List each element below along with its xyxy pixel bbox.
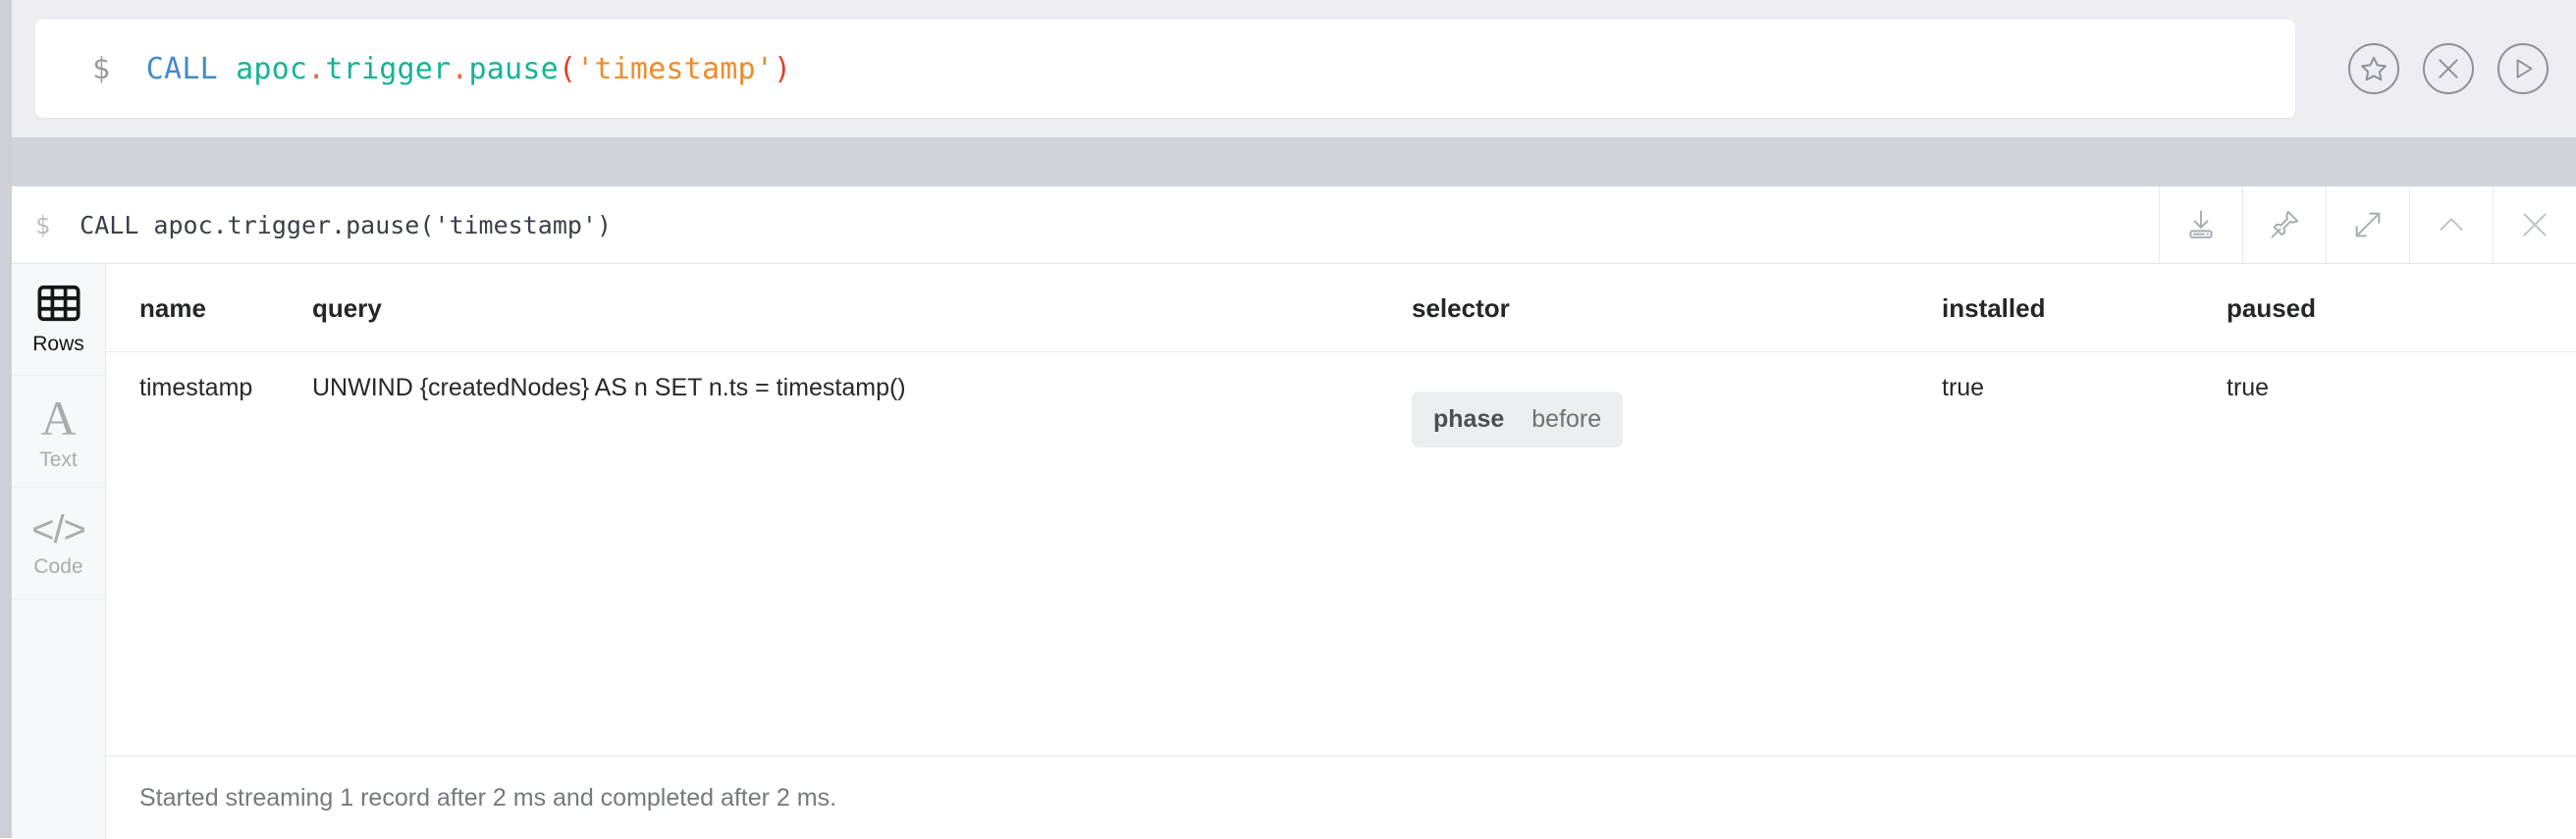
editor-query-tokens[interactable]: CALL apoc.trigger.pause('timestamp') [146,52,791,86]
editor-token-4: trigger [325,51,452,86]
query-editor-region: $ CALL apoc.trigger.pause('timestamp') [0,0,2576,137]
view-switcher-filler [12,600,105,839]
download-button[interactable] [2159,186,2242,263]
result-frame: $ CALL apoc.trigger.pause('timestamp') R… [12,186,2576,839]
tab-rows-label: Rows [32,333,84,355]
results-table: name query selector installed paused tim… [106,264,2576,447]
tab-text-label: Text [39,447,78,471]
letter-a-icon: A [40,390,77,446]
column-header-installed[interactable]: installed [1942,264,2227,352]
editor-prompt-gap [110,52,146,86]
close-icon [2436,56,2461,81]
cell-paused: true [2227,352,2576,448]
collapse-button[interactable] [2409,186,2493,263]
cell-query-value: UNWIND {createdNodes} AS n SET n.ts = ti… [312,374,906,401]
cell-selector: phase before [1412,352,1942,447]
star-icon [2359,54,2388,83]
selector-chip: phase before [1412,392,1624,447]
tab-rows[interactable]: Rows [12,264,105,376]
fullscreen-button[interactable] [2326,186,2409,263]
tab-text[interactable]: A Text [12,376,105,488]
tab-code[interactable]: </> Code [12,488,105,600]
editor-result-divider [0,137,2576,186]
close-result-button[interactable] [2493,186,2576,263]
tab-code-label: Code [33,554,83,578]
cell-query: UNWIND {createdNodes} AS n SET n.ts = ti… [312,352,1412,448]
editor-token-0: CALL [145,51,218,86]
result-table-area: name query selector installed paused tim… [106,264,2576,839]
cell-name-value: timestamp [139,374,253,401]
result-toolbar [2159,186,2576,263]
neo4j-browser-window: $ CALL apoc.trigger.pause('timestamp') $… [0,0,2576,839]
column-header-query[interactable]: query [312,264,1412,352]
editor-token-9: ) [774,51,792,86]
pin-icon [2268,208,2301,241]
result-body: Rows A Text </> Code name query selector… [12,264,2576,839]
editor-token-2: apoc [236,51,308,86]
column-header-selector[interactable]: selector [1412,264,1942,352]
favorite-button[interactable] [2348,43,2399,94]
editor-token-1 [218,52,236,86]
left-edge-rail [0,0,12,838]
result-query-gap [50,211,80,239]
clear-editor-button[interactable] [2423,43,2474,94]
result-view-switcher: Rows A Text </> Code [12,264,106,839]
column-header-paused[interactable]: paused [2227,264,2576,352]
editor-prompt-symbol: $ [92,51,111,86]
column-header-name[interactable]: name [106,264,312,352]
editor-action-buttons [2348,0,2549,137]
run-query-button[interactable] [2497,43,2549,94]
status-message: Started streaming 1 record after 2 ms an… [139,783,837,812]
cell-installed: true [1942,352,2227,448]
selector-chip-value: before [1531,405,1602,433]
chevron-up-icon [2435,208,2468,241]
expand-icon [2351,208,2385,241]
result-header: $ CALL apoc.trigger.pause('timestamp') [12,186,2576,264]
editor-token-8: 'timestamp' [576,51,774,86]
code-brackets-icon: </> [31,507,86,551]
table-row[interactable]: timestamp UNWIND {createdNodes} AS n SET… [106,352,2576,448]
editor-token-6: pause [468,51,559,86]
result-status-bar: Started streaming 1 record after 2 ms an… [106,756,2576,839]
result-prompt-symbol: $ [35,210,51,239]
result-query-string: CALL apoc.trigger.pause('timestamp') [80,210,613,239]
rows-table-scroll[interactable]: name query selector installed paused tim… [106,264,2576,756]
close-icon [2518,208,2551,241]
table-header-row: name query selector installed paused [106,264,2576,352]
selector-chip-key: phase [1433,405,1505,433]
download-icon [2184,208,2218,241]
pin-button[interactable] [2242,186,2326,263]
query-editor-card[interactable]: $ CALL apoc.trigger.pause('timestamp') [35,20,2295,118]
editor-token-7: ( [558,51,577,86]
result-query-text: $ CALL apoc.trigger.pause('timestamp') [12,186,2159,263]
cell-paused-value: true [2227,374,2270,401]
editor-token-3: . [307,51,326,86]
editor-token-5: . [451,51,469,86]
cell-installed-value: true [1942,374,1985,401]
table-icon [37,285,80,327]
cell-name: timestamp [106,352,312,448]
play-icon [2510,56,2536,81]
query-editor-line[interactable]: $ CALL apoc.trigger.pause('timestamp') [92,20,791,118]
